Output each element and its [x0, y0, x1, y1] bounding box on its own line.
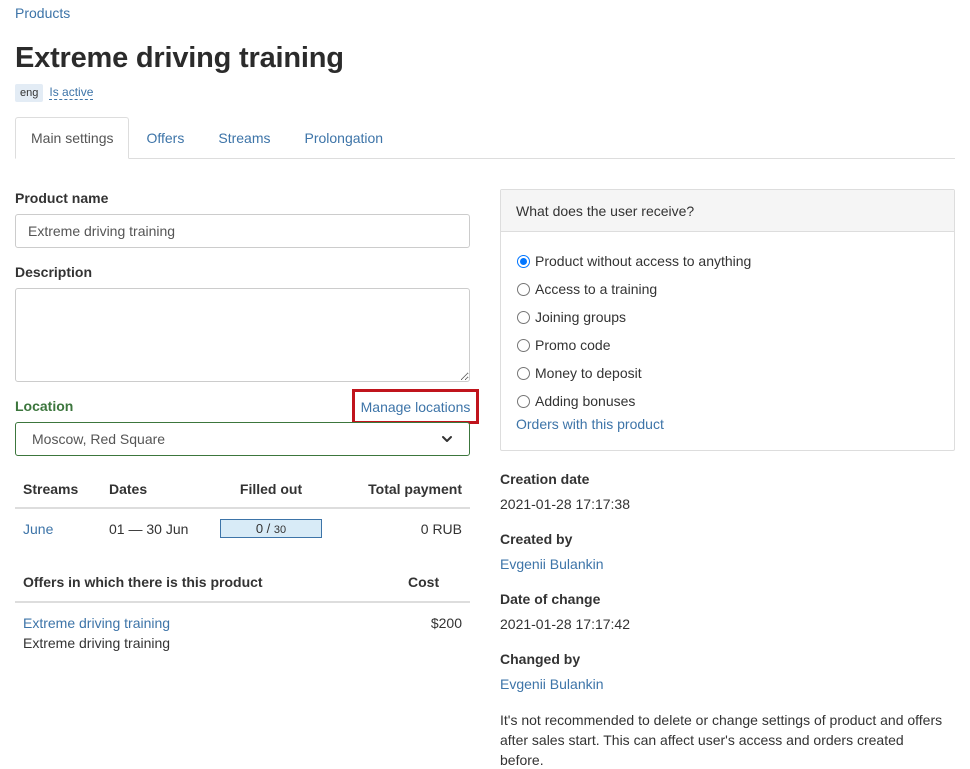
product-name-input[interactable] — [15, 214, 470, 248]
created-by-link[interactable]: Evgenii Bulankin — [500, 556, 604, 572]
option-label: Money to deposit — [535, 365, 642, 381]
option-label: Adding bonuses — [535, 393, 636, 409]
description-label: Description — [15, 264, 93, 280]
change-date-value: 2021-01-28 17:17:42 — [500, 616, 630, 632]
location-select-value: Moscow, Red Square — [32, 431, 166, 447]
location-label: Location — [15, 398, 74, 414]
description-textarea[interactable] — [15, 288, 470, 382]
radio-button[interactable] — [517, 366, 530, 380]
receive-panel-title: What does the user receive? — [501, 190, 954, 232]
table-row: Extreme driving training Extreme driving… — [15, 602, 470, 653]
option-training-access[interactable]: Access to a training — [516, 275, 939, 303]
option-label: Product without access to anything — [535, 253, 752, 269]
tab-offers[interactable]: Offers — [129, 117, 201, 159]
streams-table-header: Streams Dates Filled out Total payment — [15, 470, 470, 509]
offer-subtitle: Extreme driving training — [23, 635, 171, 651]
receive-options: Product without access to anything Acces… — [501, 232, 954, 432]
radio-button[interactable] — [517, 282, 530, 296]
chevron-down-icon — [442, 436, 452, 442]
language-badge: eng — [15, 84, 44, 102]
stream-dates: 01 — 30 Jun — [109, 520, 189, 537]
created-by-label: Created by — [500, 531, 573, 547]
offer-link[interactable]: Extreme driving training — [23, 615, 170, 631]
option-money-deposit[interactable]: Money to deposit — [516, 359, 939, 387]
filled-progress-bar: 0 / 30 — [220, 519, 322, 538]
manage-locations-link[interactable]: Manage locations — [352, 389, 479, 424]
col-cost: Cost — [400, 563, 470, 603]
breadcrumb-products[interactable]: Products — [15, 5, 70, 21]
filled-progress-text: 0 / 30 — [255, 521, 287, 536]
col-total-payment-sort[interactable]: Total payment — [341, 470, 470, 509]
radio-button[interactable] — [517, 394, 530, 408]
offer-cost: $200 — [430, 615, 462, 631]
stream-total: 0 RUB — [420, 520, 462, 537]
option-label: Joining groups — [535, 309, 627, 325]
warning-note: It's not recommended to delete or change… — [500, 712, 943, 768]
changed-by-link[interactable]: Evgenii Bulankin — [500, 676, 604, 692]
option-no-access[interactable]: Product without access to anything — [516, 247, 939, 275]
option-label: Access to a training — [535, 281, 658, 297]
col-dates: Dates — [101, 470, 201, 509]
page-title: Extreme driving training — [15, 42, 344, 74]
col-streams: Streams — [15, 470, 101, 509]
option-label: Promo code — [535, 337, 611, 353]
tab-main-settings[interactable]: Main settings — [15, 117, 130, 159]
filled-count: 0 — [255, 521, 264, 536]
creation-date-value: 2021-01-28 17:17:38 — [500, 496, 630, 512]
changed-by-label: Changed by — [500, 651, 581, 667]
table-row: June 01 — 30 Jun 0 / 30 0 RUB — [15, 508, 470, 548]
option-promo-code[interactable]: Promo code — [516, 331, 939, 359]
col-filled-out: Filled out — [201, 470, 341, 509]
option-adding-bonuses[interactable]: Adding bonuses — [516, 387, 939, 415]
radio-button[interactable] — [517, 338, 530, 352]
product-meta: eng Is active — [15, 82, 94, 104]
offers-table-header: Offers in which there is this product Co… — [15, 563, 470, 603]
streams-table: Streams Dates Filled out Total payment J… — [15, 470, 470, 548]
creation-date-label: Creation date — [500, 471, 590, 487]
change-date-label: Date of change — [500, 591, 601, 607]
option-joining-groups[interactable]: Joining groups — [516, 303, 939, 331]
radio-button[interactable] — [517, 310, 530, 324]
stream-link[interactable]: June — [23, 521, 53, 537]
tab-prolongation[interactable]: Prolongation — [287, 117, 400, 159]
location-select[interactable]: Moscow, Red Square — [15, 422, 470, 456]
tab-streams[interactable]: Streams — [201, 117, 287, 159]
product-name-label: Product name — [15, 190, 109, 206]
orders-with-product-link[interactable]: Orders with this product — [516, 416, 939, 432]
col-offers: Offers in which there is this product — [15, 563, 400, 603]
offers-table: Offers in which there is this product Co… — [15, 563, 470, 653]
filled-capacity: 30 — [273, 524, 287, 536]
tabs: Main settings Offers Streams Prolongatio… — [15, 117, 955, 159]
receive-panel: What does the user receive? Product with… — [500, 189, 955, 451]
status-toggle-link[interactable]: Is active — [49, 86, 94, 100]
radio-button[interactable] — [517, 254, 530, 268]
